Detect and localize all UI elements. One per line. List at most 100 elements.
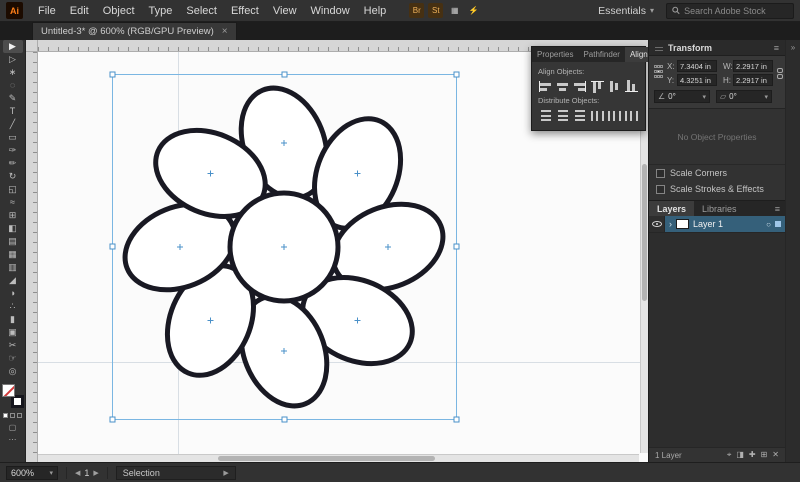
y-input[interactable] (677, 74, 717, 86)
panel-menu-icon[interactable]: ≡ (774, 43, 779, 53)
locate-object-icon[interactable]: ⌖ (727, 450, 732, 460)
vertical-align-center-button[interactable] (607, 79, 622, 94)
fill-swatch[interactable] (1, 384, 15, 397)
tab-pathfinder[interactable]: Pathfinder (578, 47, 624, 62)
horizontal-distribute-center-button[interactable] (607, 108, 622, 123)
perspective-grid-tool[interactable]: ▤ (3, 235, 23, 248)
horizontal-align-left-button[interactable] (538, 79, 553, 94)
vertical-align-bottom-button[interactable] (624, 79, 639, 94)
hand-tool[interactable]: ☞ (3, 352, 23, 365)
shape-builder-tool[interactable]: ◧ (3, 222, 23, 235)
lasso-tool[interactable]: ◌ (3, 79, 23, 92)
mesh-tool[interactable]: ▦ (3, 248, 23, 261)
layer-row[interactable]: › Layer 1 ○ (649, 216, 785, 233)
screen-mode-icon[interactable]: ⋯ (9, 435, 17, 444)
previous-artboard-icon[interactable]: ◀ (75, 469, 80, 477)
arrange-documents-icon[interactable]: ▦ (447, 3, 462, 18)
x-input[interactable] (677, 60, 717, 72)
reference-point-locator[interactable] (654, 64, 663, 79)
transform-panel-header[interactable]: Transform ≡ (649, 40, 785, 56)
gradient-tool[interactable]: ▥ (3, 261, 23, 274)
menu-effect[interactable]: Effect (224, 2, 266, 20)
shear-dropdown[interactable]: ▱ 0° ▾ (716, 90, 772, 103)
direct-selection-tool[interactable]: ▷ (3, 53, 23, 66)
pencil-tool[interactable]: ✏ (3, 157, 23, 170)
tab-libraries[interactable]: Libraries (694, 201, 745, 216)
layer-item[interactable]: › Layer 1 ○ (665, 216, 785, 232)
workspace-switcher[interactable]: Essentials ▾ (598, 5, 654, 17)
next-artboard-icon[interactable]: ▶ (93, 469, 98, 477)
collapse-panels-icon[interactable]: » (791, 43, 795, 462)
color-mode-buttons[interactable] (3, 413, 22, 418)
h-input[interactable] (733, 74, 773, 86)
paintbrush-tool[interactable]: ✑ (3, 144, 23, 157)
none-button[interactable] (17, 413, 22, 418)
menu-edit[interactable]: Edit (63, 2, 96, 20)
horizontal-align-center-button[interactable] (555, 79, 570, 94)
column-graph-tool[interactable]: ▮ (3, 313, 23, 326)
scale-strokes-checkbox[interactable]: Scale Strokes & Effects (649, 181, 785, 197)
eyedropper-tool[interactable]: ◢ (3, 274, 23, 287)
symbol-sprayer-tool[interactable]: ∴ (3, 300, 23, 313)
rotate-dropdown[interactable]: ∠ 0° ▾ (654, 90, 710, 103)
color-button[interactable] (3, 413, 8, 418)
pen-tool[interactable]: ✎ (3, 92, 23, 105)
new-layer-icon[interactable]: ⊞ (761, 450, 768, 460)
delete-layer-icon[interactable]: ✕ (772, 450, 779, 460)
stock-icon[interactable]: St (428, 3, 444, 18)
rotate-tool[interactable]: ↻ (3, 170, 23, 183)
menu-select[interactable]: Select (179, 2, 224, 20)
draw-mode-icon[interactable]: ▢ (9, 423, 17, 432)
zoom-tool[interactable]: ◎ (3, 365, 23, 378)
horizontal-distribute-right-button[interactable] (624, 108, 639, 123)
rectangle-tool[interactable]: ▭ (3, 131, 23, 144)
menu-help[interactable]: Help (357, 2, 394, 20)
scale-tool[interactable]: ◱ (3, 183, 23, 196)
close-tab-icon[interactable]: × (222, 26, 228, 37)
new-sublayer-icon[interactable]: ✚ (749, 450, 756, 460)
horizontal-scroll-thumb[interactable] (218, 456, 435, 461)
vertical-distribute-top-button[interactable] (538, 108, 553, 123)
tab-properties[interactable]: Properties (532, 47, 578, 62)
visibility-toggle[interactable] (649, 216, 665, 232)
magic-wand-tool[interactable]: ∗ (3, 66, 23, 79)
menu-file[interactable]: File (31, 2, 63, 20)
make-mask-icon[interactable]: ◨ (736, 450, 744, 460)
layer-target-icon[interactable]: ○ (766, 220, 771, 229)
line-segment-tool[interactable]: ╱ (3, 118, 23, 131)
gpu-performance-icon[interactable]: ⚡ (466, 3, 481, 18)
tab-layers[interactable]: Layers (649, 201, 695, 216)
search-box[interactable] (666, 2, 794, 19)
blend-tool[interactable]: ◑ (3, 287, 23, 300)
horizontal-distribute-left-button[interactable] (590, 108, 605, 123)
scale-corners-checkbox[interactable]: Scale Corners (649, 165, 785, 181)
width-tool[interactable]: ≈ (3, 196, 23, 209)
zoom-level-dropdown[interactable]: 600% ▾ (6, 465, 58, 480)
selection-tool[interactable]: ▶ (2, 40, 23, 53)
vertical-distribute-center-button[interactable] (555, 108, 570, 123)
constrain-proportions-icon[interactable] (777, 60, 783, 86)
gradient-button[interactable] (10, 413, 15, 418)
artboard-tool[interactable]: ▣ (3, 326, 23, 339)
vertical-scroll-thumb[interactable] (642, 164, 647, 301)
menu-type[interactable]: Type (142, 2, 180, 20)
layer-name[interactable]: Layer 1 (693, 219, 762, 229)
search-input[interactable] (684, 5, 788, 16)
artboard-navigation[interactable]: ◀ 1 ▶ (75, 468, 99, 478)
panel-menu-icon[interactable]: ≡ (770, 201, 785, 216)
vertical-distribute-bottom-button[interactable] (572, 108, 587, 123)
vertical-align-top-button[interactable] (590, 79, 605, 94)
expand-layer-icon[interactable]: › (669, 219, 672, 229)
horizontal-align-right-button[interactable] (572, 79, 587, 94)
status-indicator-dropdown[interactable]: Selection ▶ (115, 465, 236, 480)
menu-view[interactable]: View (266, 2, 304, 20)
menu-window[interactable]: Window (304, 2, 357, 20)
type-tool[interactable]: T (3, 105, 23, 118)
fill-stroke-swatches[interactable] (1, 384, 24, 408)
free-transform-tool[interactable]: ⊞ (3, 209, 23, 222)
document-tab[interactable]: Untitled-3* @ 600% (RGB/GPU Preview) × (32, 22, 237, 40)
menu-object[interactable]: Object (96, 2, 142, 20)
slice-tool[interactable]: ✂ (3, 339, 23, 352)
w-input[interactable] (733, 60, 773, 72)
horizontal-scrollbar[interactable] (38, 454, 639, 462)
